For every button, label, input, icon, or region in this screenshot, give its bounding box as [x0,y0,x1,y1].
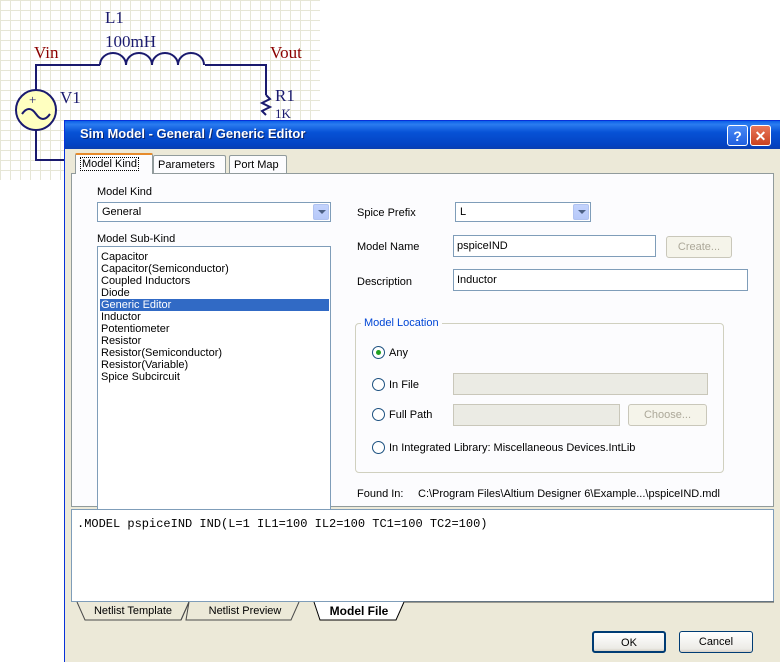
list-item-selected[interactable]: Generic Editor [100,299,329,311]
list-item[interactable]: Resistor(Semiconductor) [100,347,329,359]
model-kind-select[interactable]: General [97,202,331,222]
tab-netlist-preview[interactable]: Netlist Preview [197,603,293,621]
list-item[interactable]: Capacitor [100,251,329,263]
list-item[interactable]: Resistor [100,335,329,347]
chevron-down-icon[interactable] [313,204,329,220]
tab-model-kind[interactable]: Model Kind [75,153,153,174]
list-item[interactable]: Diode [100,287,329,299]
choose-button[interactable]: Choose... [628,404,707,426]
radio-any-label: Any [389,347,408,359]
radio-full-path[interactable] [372,408,385,421]
radio-in-file[interactable] [372,378,385,391]
model-kind-value: General [102,206,142,218]
tab-port-map[interactable]: Port Map [229,155,287,173]
model-sub-kind-list[interactable]: Capacitor Capacitor(Semiconductor) Coupl… [97,246,331,510]
list-item[interactable]: Potentiometer [100,323,329,335]
dialog-titlebar[interactable]: Sim Model - General / Generic Editor ? ✕ [65,121,780,149]
resistor-ref-label: R1 [275,86,295,105]
net-label-vin: Vin [34,43,59,62]
tab-netlist-template[interactable]: Netlist Template [85,603,181,621]
model-location-title: Model Location [361,317,442,329]
sim-model-dialog: Sim Model - General / Generic Editor ? ✕… [64,120,780,662]
resistor-value-label: 1K [275,106,291,120]
inductor-value-label: 100mH [105,32,156,51]
radio-in-file-label: In File [389,379,419,391]
tab-label: Model Kind [80,157,140,171]
radio-integrated-library-label: In Integrated Library: Miscellaneous Dev… [389,442,636,454]
model-sub-kind-label: Model Sub-Kind [97,233,176,245]
model-kind-label: Model Kind [97,186,153,198]
chevron-down-icon[interactable] [573,204,589,220]
list-item[interactable]: Resistor(Variable) [100,359,329,371]
model-name-label: Model Name [357,241,420,253]
tab-parameters[interactable]: Parameters [153,155,226,173]
radio-full-path-label: Full Path [389,409,433,421]
model-file-code: .MODEL pspiceIND IND(L=1 IL1=100 IL2=100… [77,517,488,531]
description-value: Inductor [457,274,497,286]
list-item[interactable]: Inductor [100,311,329,323]
help-button[interactable]: ? [727,125,748,146]
create-button[interactable]: Create... [666,236,732,258]
source-plus-sign: + [29,92,37,107]
dialog-title: Sim Model - General / Generic Editor [80,126,306,141]
in-file-field[interactable] [453,373,708,395]
cancel-button[interactable]: Cancel [679,631,753,653]
list-item[interactable]: Spice Subcircuit [100,371,329,383]
spice-prefix-label: Spice Prefix [357,207,416,219]
model-name-field[interactable]: pspiceIND [453,235,656,257]
source-ref-label: V1 [60,88,81,107]
close-button[interactable]: ✕ [750,125,771,146]
spice-prefix-select[interactable]: L [455,202,591,222]
spice-prefix-value: L [460,206,467,218]
found-in-label: Found In: [357,488,404,500]
description-label: Description [357,276,413,288]
description-field[interactable]: Inductor [453,269,748,291]
list-item[interactable]: Capacitor(Semiconductor) [100,263,329,275]
ok-button[interactable]: OK [592,631,666,653]
full-path-field[interactable] [453,404,620,426]
found-in-path: C:\Program Files\Altium Designer 6\Examp… [418,488,720,500]
model-name-value: pspiceIND [457,240,508,252]
net-label-vout: Vout [270,43,302,62]
tab-model-file[interactable]: Model File [319,603,399,621]
radio-integrated-library[interactable] [372,441,385,454]
list-item[interactable]: Coupled Inductors [100,275,329,287]
inductor-ref-label: L1 [105,8,124,27]
radio-any[interactable] [372,346,385,359]
